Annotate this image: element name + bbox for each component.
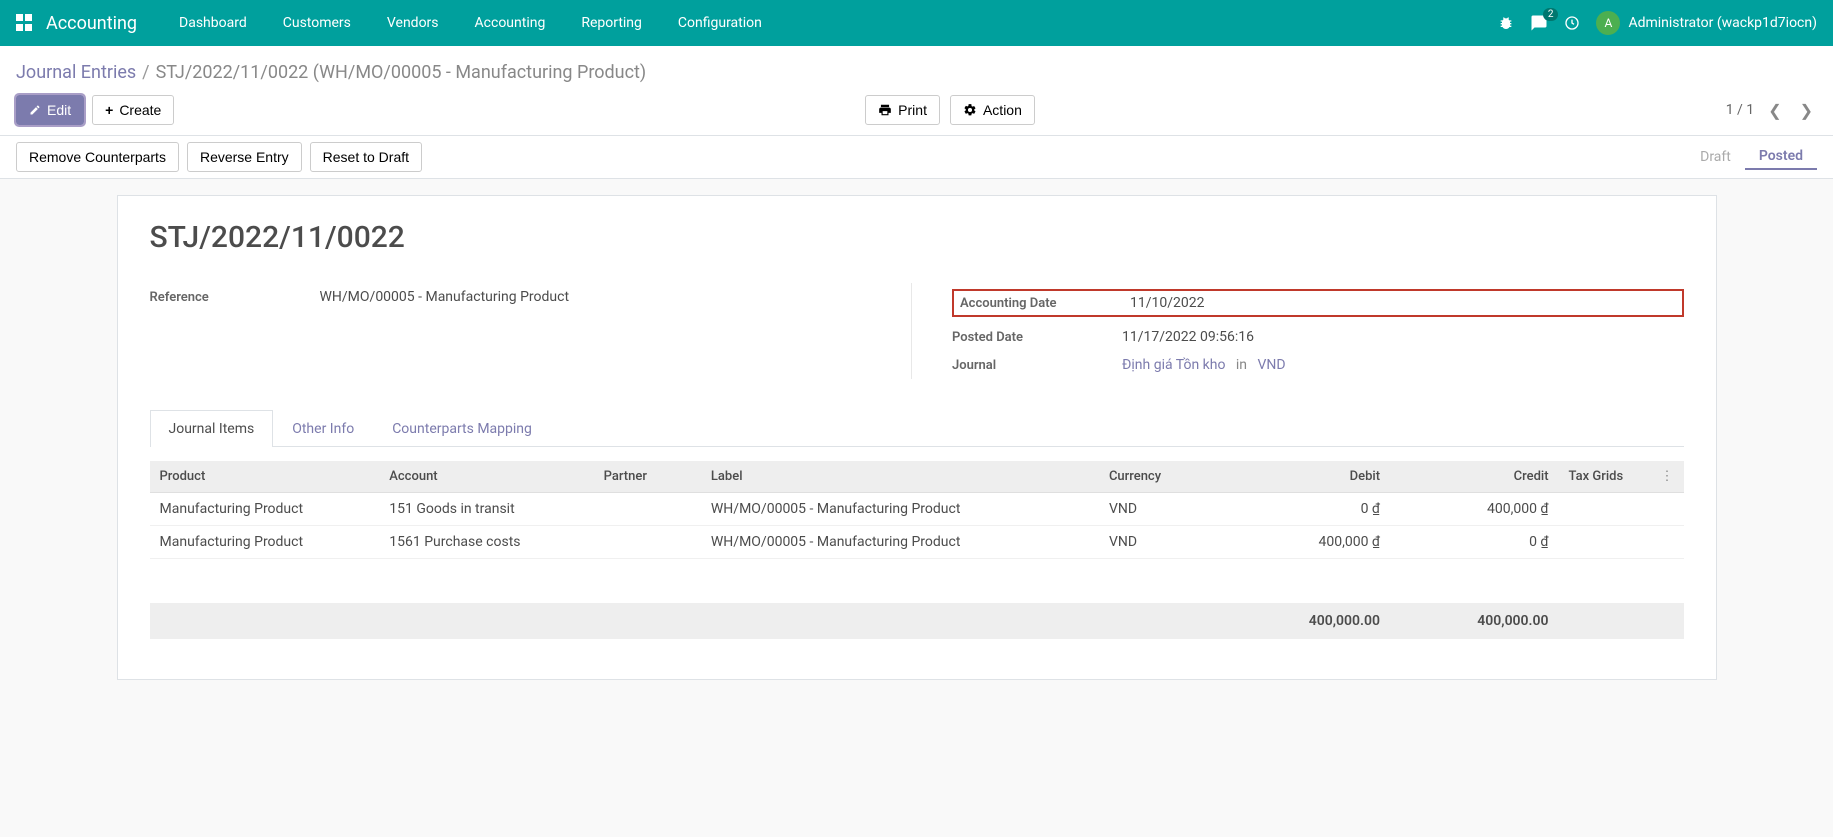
accounting-date-highlight: Accounting Date 11/10/2022 bbox=[952, 289, 1684, 317]
cell-currency: VND bbox=[1099, 526, 1222, 559]
th-partner[interactable]: Partner bbox=[594, 461, 701, 493]
cell-label: WH/MO/00005 - Manufacturing Product bbox=[701, 493, 1099, 526]
status-steps: Draft Posted bbox=[1686, 144, 1817, 170]
cell-debit: 0 ₫ bbox=[1222, 493, 1391, 526]
reset-draft-button[interactable]: Reset to Draft bbox=[310, 142, 422, 172]
cell-currency: VND bbox=[1099, 493, 1222, 526]
edit-button[interactable]: Edit bbox=[16, 95, 84, 125]
bug-icon[interactable] bbox=[1498, 15, 1514, 31]
print-icon bbox=[878, 103, 892, 117]
edit-button-label: Edit bbox=[47, 102, 71, 118]
journal-label: Journal bbox=[952, 358, 1122, 373]
th-account[interactable]: Account bbox=[379, 461, 593, 493]
th-credit[interactable]: Credit bbox=[1390, 461, 1559, 493]
cell-tax-grids bbox=[1559, 493, 1651, 526]
cell-credit: 0 ₫ bbox=[1390, 526, 1559, 559]
action-button-label: Action bbox=[983, 102, 1022, 118]
create-button-label: Create bbox=[119, 102, 161, 118]
accounting-date-label: Accounting Date bbox=[960, 296, 1130, 311]
th-tax-grids[interactable]: Tax Grids bbox=[1559, 461, 1651, 493]
journal-items-table: Product Account Partner Label Currency D… bbox=[150, 461, 1684, 639]
tabs: Journal Items Other Info Counterparts Ma… bbox=[150, 409, 1684, 447]
cell-label: WH/MO/00005 - Manufacturing Product bbox=[701, 526, 1099, 559]
activity-icon[interactable] bbox=[1564, 15, 1580, 31]
plus-icon: + bbox=[105, 102, 113, 118]
cell-partner bbox=[594, 493, 701, 526]
column-options-icon[interactable]: ⋮ bbox=[1650, 461, 1683, 493]
th-debit[interactable]: Debit bbox=[1222, 461, 1391, 493]
total-debit: 400,000.00 bbox=[1222, 603, 1391, 639]
table-row[interactable]: Manufacturing Product 1561 Purchase cost… bbox=[150, 526, 1684, 559]
reference-label: Reference bbox=[150, 290, 320, 305]
breadcrumb-separator: / bbox=[142, 62, 149, 83]
cell-account: 151 Goods in transit bbox=[379, 493, 593, 526]
print-button[interactable]: Print bbox=[865, 95, 940, 125]
pager-value[interactable]: 1 / 1 bbox=[1726, 102, 1754, 118]
user-menu[interactable]: A Administrator (wackp1d7iocn) bbox=[1596, 11, 1817, 35]
table-row[interactable]: Manufacturing Product 151 Goods in trans… bbox=[150, 493, 1684, 526]
cell-partner bbox=[594, 526, 701, 559]
pager: 1 / 1 ❮ ❯ bbox=[1726, 97, 1817, 124]
status-draft[interactable]: Draft bbox=[1686, 145, 1745, 169]
control-panel: Journal Entries / STJ/2022/11/0022 (WH/M… bbox=[0, 46, 1833, 136]
total-credit: 400,000.00 bbox=[1390, 603, 1559, 639]
status-bar: Remove Counterparts Reverse Entry Reset … bbox=[0, 136, 1833, 179]
status-posted[interactable]: Posted bbox=[1745, 144, 1817, 170]
form-sheet: STJ/2022/11/0022 Reference WH/MO/00005 -… bbox=[117, 195, 1717, 680]
avatar: A bbox=[1596, 11, 1620, 35]
action-button[interactable]: Action bbox=[950, 95, 1035, 125]
journal-currency-link[interactable]: VND bbox=[1257, 357, 1285, 373]
nav-vendors[interactable]: Vendors bbox=[369, 0, 457, 46]
breadcrumb-root[interactable]: Journal Entries bbox=[16, 62, 136, 83]
cell-tax-grids bbox=[1559, 526, 1651, 559]
breadcrumb-current: STJ/2022/11/0022 (WH/MO/00005 - Manufact… bbox=[156, 62, 647, 83]
cell-product: Manufacturing Product bbox=[150, 526, 380, 559]
user-name: Administrator (wackp1d7iocn) bbox=[1628, 15, 1817, 31]
pager-prev-icon[interactable]: ❮ bbox=[1764, 97, 1785, 124]
messages-icon[interactable]: 2 bbox=[1530, 14, 1548, 32]
main-buttons: Edit + Create bbox=[16, 95, 174, 125]
tab-other-info[interactable]: Other Info bbox=[273, 410, 373, 447]
journal-value: Định giá Tồn kho in VND bbox=[1122, 357, 1684, 373]
brand-label[interactable]: Accounting bbox=[46, 13, 137, 34]
systray: 2 A Administrator (wackp1d7iocn) bbox=[1498, 11, 1817, 35]
nav-reporting[interactable]: Reporting bbox=[563, 0, 660, 46]
breadcrumb: Journal Entries / STJ/2022/11/0022 (WH/M… bbox=[16, 54, 1817, 95]
nav-customers[interactable]: Customers bbox=[265, 0, 369, 46]
posted-date-value: 11/17/2022 09:56:16 bbox=[1122, 329, 1684, 345]
create-button[interactable]: + Create bbox=[92, 95, 174, 125]
tab-counterparts[interactable]: Counterparts Mapping bbox=[373, 410, 551, 447]
nav-menu: Dashboard Customers Vendors Accounting R… bbox=[161, 0, 780, 46]
journal-in: in bbox=[1236, 357, 1247, 373]
pencil-icon bbox=[29, 104, 41, 116]
nav-dashboard[interactable]: Dashboard bbox=[161, 0, 265, 46]
nav-configuration[interactable]: Configuration bbox=[660, 0, 780, 46]
print-button-label: Print bbox=[898, 102, 927, 118]
accounting-date-value: 11/10/2022 bbox=[1130, 295, 1676, 311]
cell-account: 1561 Purchase costs bbox=[379, 526, 593, 559]
remove-counterparts-button[interactable]: Remove Counterparts bbox=[16, 142, 179, 172]
gear-icon bbox=[963, 103, 977, 117]
nav-accounting[interactable]: Accounting bbox=[457, 0, 564, 46]
th-currency[interactable]: Currency bbox=[1099, 461, 1222, 493]
reverse-entry-button[interactable]: Reverse Entry bbox=[187, 142, 302, 172]
pager-next-icon[interactable]: ❯ bbox=[1796, 97, 1817, 124]
journal-link[interactable]: Định giá Tồn kho bbox=[1122, 357, 1225, 373]
topbar: Accounting Dashboard Customers Vendors A… bbox=[0, 0, 1833, 46]
posted-date-label: Posted Date bbox=[952, 330, 1122, 345]
record-title: STJ/2022/11/0022 bbox=[150, 220, 1684, 255]
cell-credit: 400,000 ₫ bbox=[1390, 493, 1559, 526]
th-label[interactable]: Label bbox=[701, 461, 1099, 493]
table-footer-row: 400,000.00 400,000.00 bbox=[150, 603, 1684, 639]
messages-badge: 2 bbox=[1543, 8, 1559, 21]
tab-journal-items[interactable]: Journal Items bbox=[150, 410, 274, 447]
apps-icon[interactable] bbox=[16, 14, 34, 32]
th-product[interactable]: Product bbox=[150, 461, 380, 493]
cell-debit: 400,000 ₫ bbox=[1222, 526, 1391, 559]
reference-value: WH/MO/00005 - Manufacturing Product bbox=[320, 289, 882, 305]
cell-product: Manufacturing Product bbox=[150, 493, 380, 526]
table-header-row: Product Account Partner Label Currency D… bbox=[150, 461, 1684, 493]
